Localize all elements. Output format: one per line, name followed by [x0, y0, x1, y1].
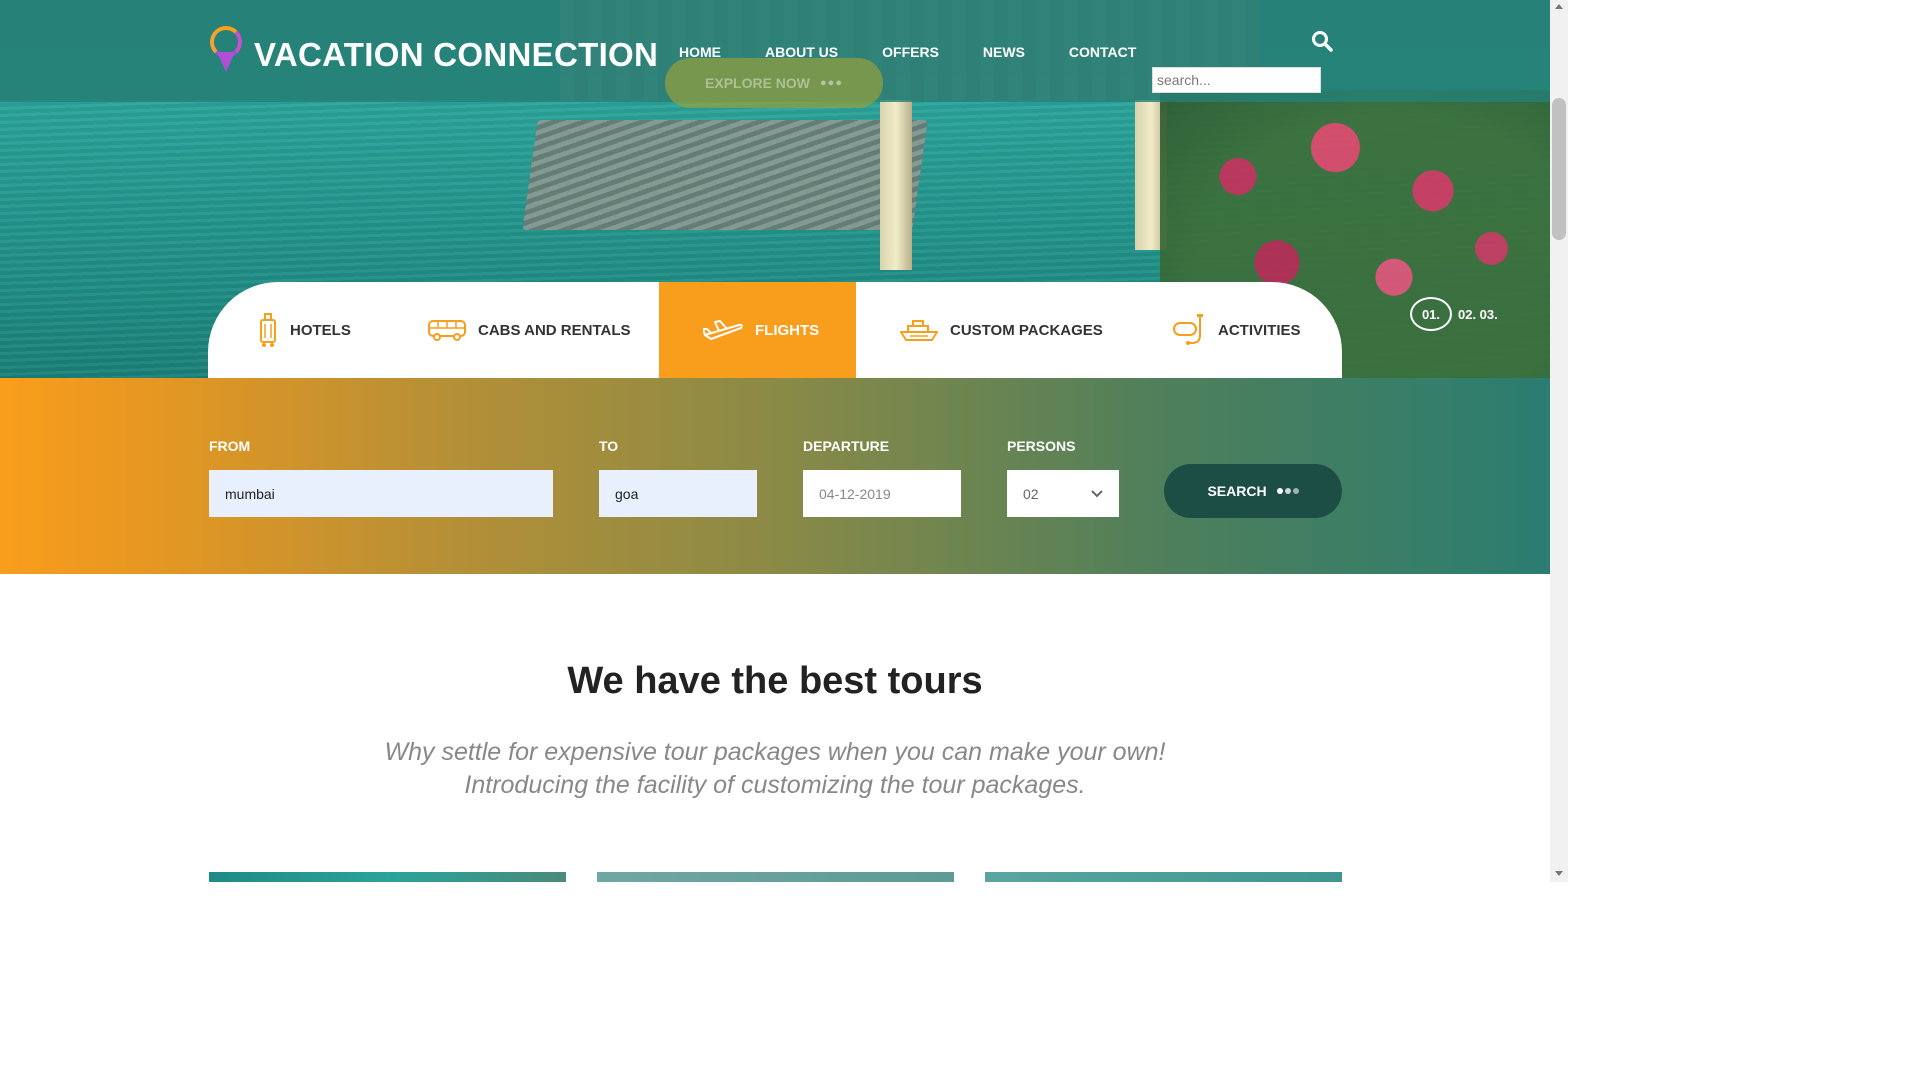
tab-flights[interactable]: FLIGHTS [659, 282, 856, 378]
slide-pager: 01. 02. 03. [1410, 297, 1498, 331]
search-button-label: SEARCH [1207, 483, 1267, 499]
snorkel-icon [1173, 314, 1203, 345]
scrollbar-thumb[interactable] [1552, 98, 1566, 240]
tab-custom-packages-label: CUSTOM PACKAGES [950, 321, 1103, 339]
explore-now-button[interactable]: EXPLORE NOW ●●● [665, 58, 883, 108]
tour-card[interactable] [597, 872, 954, 882]
section-title: We have the best tours [567, 660, 983, 702]
location-pin-icon [208, 24, 244, 72]
tab-activities-label: ACTIVITIES [1218, 321, 1301, 339]
section-subtitle-line-2: Introducing the facility of customizing … [464, 771, 1086, 799]
hero-dock [522, 120, 928, 230]
chevron-down-icon [1091, 489, 1103, 497]
dots-icon: ●●● [820, 77, 843, 89]
search-button[interactable]: SEARCH [1164, 464, 1342, 518]
nav-about-us[interactable]: ABOUT US [765, 44, 838, 60]
from-label: FROM [209, 438, 251, 454]
tab-hotels[interactable]: HOTELS [208, 282, 376, 378]
to-label: TO [599, 438, 619, 454]
tab-custom-packages[interactable]: CUSTOM PACKAGES [856, 282, 1128, 378]
brand-name: VACATION CONNECTION [254, 36, 659, 73]
main-nav: HOME ABOUT US OFFERS NEWS CONTACT [679, 44, 1180, 60]
section-subtitle: Why settle for expensive tour packages w… [0, 736, 1550, 802]
hero-post [880, 100, 912, 270]
tab-activities[interactable]: ACTIVITIES [1128, 282, 1342, 378]
tab-cabs-and-rentals[interactable]: CABS AND RENTALS [376, 282, 659, 378]
departure-date-input[interactable]: 04-12-2019 [803, 470, 961, 517]
persons-value: 02 [1023, 485, 1039, 502]
nav-news[interactable]: NEWS [983, 44, 1025, 60]
luggage-icon [260, 313, 276, 347]
booking-tabs: HOTELS CABS AND RENTALS FLIGHTS CUSTOM P… [208, 282, 1342, 378]
from-input[interactable]: mumbai [209, 470, 553, 517]
tab-hotels-label: HOTELS [290, 321, 351, 339]
site-search-input[interactable] [1152, 67, 1321, 93]
section-subtitle-line-1: Why settle for expensive tour packages w… [384, 738, 1166, 766]
nav-offers[interactable]: OFFERS [882, 44, 939, 60]
dots-icon [1276, 488, 1299, 494]
page-scrollbar[interactable] [1550, 0, 1568, 882]
persons-select[interactable]: 02 [1007, 470, 1119, 517]
nav-home[interactable]: HOME [679, 44, 721, 60]
airplane-icon [703, 320, 743, 340]
persons-label: PERSONS [1007, 438, 1076, 454]
tab-flights-label: FLIGHTS [755, 321, 820, 339]
bus-icon [428, 320, 466, 341]
nav-contact[interactable]: CONTACT [1069, 44, 1136, 60]
slide-others[interactable]: 02. 03. [1458, 307, 1498, 322]
logo[interactable]: VACATION CONNECTION [208, 22, 658, 74]
explore-now-label: EXPLORE NOW [705, 75, 811, 91]
departure-label: DEPARTURE [803, 438, 890, 454]
search-icon[interactable] [1311, 30, 1333, 52]
to-input[interactable]: goa [599, 470, 757, 517]
slide-current[interactable]: 01. [1410, 297, 1452, 331]
tab-cabs-label: CABS AND RENTALS [478, 321, 631, 339]
tour-card[interactable] [209, 872, 566, 882]
ship-icon [900, 320, 938, 341]
scroll-down-icon[interactable] [1555, 871, 1563, 876]
scroll-up-icon[interactable] [1555, 4, 1563, 9]
tour-card[interactable] [985, 872, 1342, 882]
